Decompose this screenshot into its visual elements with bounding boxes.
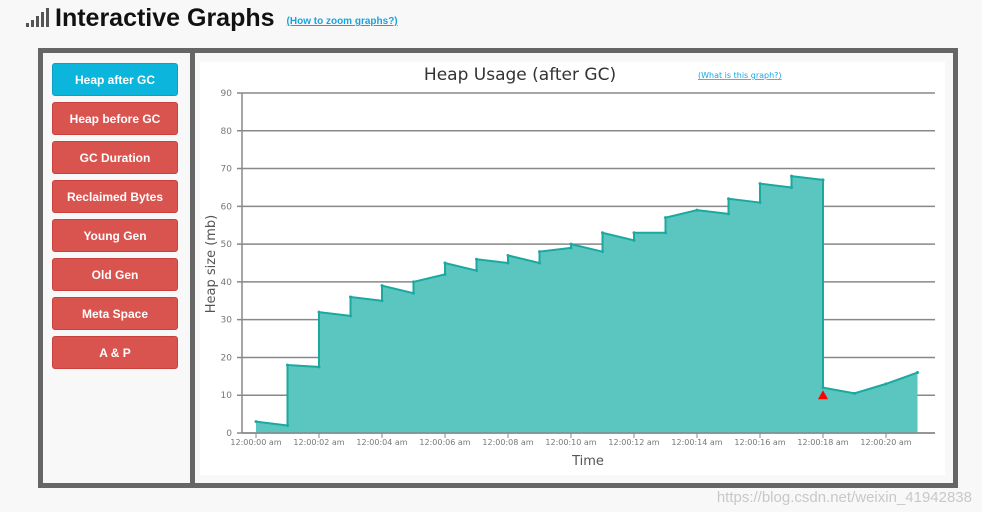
- watermark: https://blog.csdn.net/weixin_41942838: [716, 489, 972, 506]
- data-point: [475, 257, 478, 261]
- y-tick-label: 70: [221, 165, 233, 175]
- x-axis-label: Time: [571, 454, 604, 469]
- graph-button-young-gen[interactable]: Young Gen: [52, 219, 178, 252]
- data-point: [727, 212, 730, 216]
- data-point: [412, 291, 415, 295]
- data-point: [758, 201, 762, 205]
- data-point: [380, 299, 384, 303]
- x-tick-label: 12:00:16 am: [734, 438, 785, 447]
- data-point: [506, 253, 510, 257]
- page-title: Interactive Graphs: [55, 4, 275, 32]
- x-tick-label: 12:00:18 am: [797, 438, 848, 447]
- data-point: [254, 420, 258, 424]
- data-point: [443, 261, 447, 265]
- data-point: [727, 197, 730, 201]
- data-point: [349, 314, 352, 318]
- data-point: [758, 182, 762, 186]
- x-tick-label: 12:00:14 am: [671, 438, 722, 447]
- y-tick-label: 20: [221, 353, 233, 363]
- chart-panel: Heap Usage (after GC) (What is this graph…: [200, 62, 945, 475]
- data-point: [349, 295, 352, 299]
- graph-button-heap-before-gc[interactable]: Heap before GC: [52, 102, 178, 135]
- data-point: [286, 423, 289, 427]
- x-tick-label: 12:00:10 am: [545, 438, 596, 447]
- data-point: [916, 371, 919, 375]
- x-tick-label: 12:00:20 am: [860, 438, 911, 447]
- graph-button-old-gen[interactable]: Old Gen: [52, 258, 178, 291]
- data-point: [821, 178, 825, 182]
- data-point: [790, 174, 793, 178]
- data-point: [632, 238, 636, 242]
- area-series: [256, 176, 918, 433]
- data-point: [632, 231, 636, 235]
- graph-button-gc-duration[interactable]: GC Duration: [52, 141, 178, 174]
- data-point: [601, 250, 604, 254]
- data-point: [884, 382, 888, 386]
- signal-bars-icon: [26, 8, 49, 27]
- data-point: [664, 216, 667, 220]
- data-point: [286, 363, 289, 367]
- y-tick-label: 30: [221, 316, 233, 326]
- data-point: [538, 261, 541, 265]
- data-point: [317, 365, 321, 369]
- y-tick-label: 80: [221, 127, 233, 137]
- y-tick-label: 60: [221, 202, 233, 212]
- x-tick-label: 12:00:00 am: [230, 438, 281, 447]
- data-point: [475, 269, 478, 273]
- x-tick-label: 12:00:04 am: [356, 438, 407, 447]
- data-point: [853, 391, 856, 395]
- y-tick-label: 50: [221, 240, 233, 250]
- graph-button-heap-after-gc[interactable]: Heap after GC: [52, 63, 178, 96]
- y-tick-label: 40: [221, 278, 233, 288]
- data-point: [569, 246, 573, 250]
- graph-button-meta-space[interactable]: Meta Space: [52, 297, 178, 330]
- chart-title: Heap Usage (after GC): [424, 65, 616, 85]
- data-point: [538, 250, 541, 254]
- graph-button-a-p[interactable]: A & P: [52, 336, 178, 369]
- data-point: [695, 208, 699, 212]
- data-point: [790, 185, 793, 189]
- data-point: [412, 280, 415, 284]
- graph-selector-sidebar: Heap after GC Heap before GC GC Duration Re…: [43, 53, 195, 483]
- x-tick-label: 12:00:06 am: [419, 438, 470, 447]
- data-point: [317, 310, 321, 314]
- x-tick-label: 12:00:08 am: [482, 438, 533, 447]
- graph-frame: Heap after GC Heap before GC GC Duration Re…: [38, 48, 958, 488]
- x-tick-label: 12:00:12 am: [608, 438, 659, 447]
- x-tick-label: 12:00:02 am: [293, 438, 344, 447]
- heap-chart[interactable]: Heap Usage (after GC) (What is this graph…: [200, 62, 945, 475]
- data-point: [601, 231, 604, 235]
- y-axis-label: Heap size (mb): [204, 215, 219, 314]
- data-point: [380, 284, 384, 288]
- y-tick-label: 90: [221, 89, 233, 99]
- y-tick-label: 10: [221, 391, 233, 401]
- header: Interactive Graphs (How to zoom graphs?): [26, 4, 398, 33]
- graph-button-reclaimed-bytes[interactable]: Reclaimed Bytes: [52, 180, 178, 213]
- data-point: [821, 386, 825, 390]
- chart-help-link[interactable]: (What is this graph?): [698, 71, 782, 80]
- data-point: [443, 272, 447, 276]
- data-point: [569, 242, 573, 246]
- data-point: [506, 261, 510, 265]
- data-point: [664, 231, 667, 235]
- zoom-help-link[interactable]: (How to zoom graphs?): [287, 16, 398, 27]
